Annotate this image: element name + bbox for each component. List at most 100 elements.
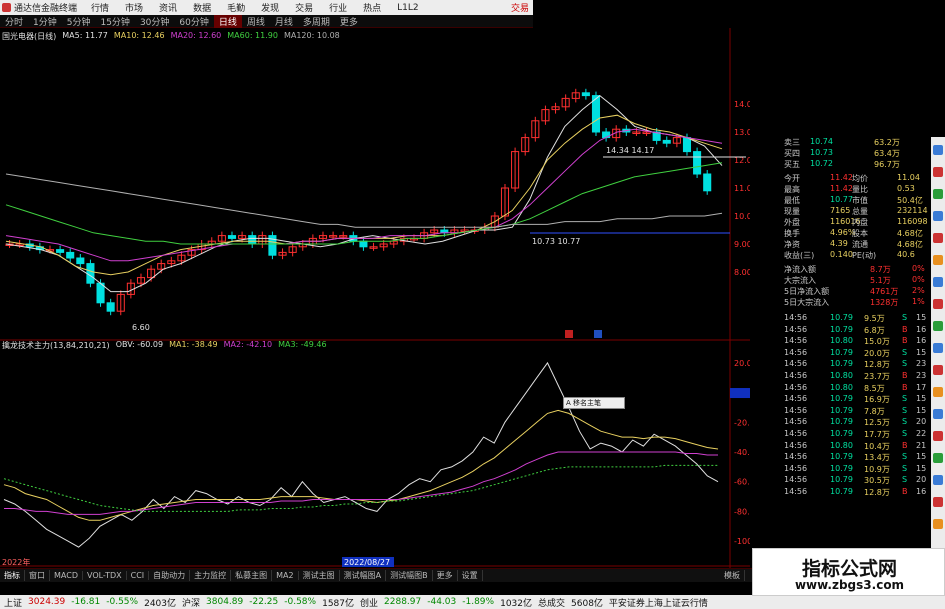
- tick-row[interactable]: 14:56 10.80 10.4万 B 21: [752, 441, 932, 452]
- index-status-bar: 上证 3024.39 -16.81 -0.55% 2403亿 沪深 3804.8…: [0, 595, 945, 609]
- toolbar-icon-7[interactable]: [933, 277, 943, 287]
- stat-row[interactable]: 收益(三) 0.140 PE(动) 40.6: [752, 250, 932, 261]
- toolbar-icon-14[interactable]: [933, 431, 943, 441]
- menu-item-redian[interactable]: 热点: [355, 1, 389, 14]
- tab-zizhu[interactable]: 自助动力: [149, 570, 191, 581]
- tick-row[interactable]: 14:56 10.80 8.5万 B 17: [752, 383, 932, 394]
- tick-row[interactable]: 14:56 10.79 12.8万 B 16: [752, 487, 932, 498]
- level-label: 买四: [784, 149, 800, 158]
- tick-row[interactable]: 14:56 10.79 13.4万 S 15: [752, 452, 932, 463]
- toolbar-icon-1[interactable]: [933, 145, 943, 155]
- tick-time: 14:56: [784, 475, 808, 485]
- menu-item-zixun[interactable]: 资讯: [151, 1, 185, 14]
- toolbar-icon-10[interactable]: [933, 343, 943, 353]
- tab-more[interactable]: 更多: [433, 570, 458, 581]
- tab-simu[interactable]: 私募主图: [231, 570, 273, 581]
- tick-row[interactable]: 14:56 10.79 10.9万 S 15: [752, 464, 932, 475]
- tick-row[interactable]: 14:56 10.79 20.0万 S 15: [752, 348, 932, 359]
- tick-row[interactable]: 14:56 10.80 23.7万 B 23: [752, 371, 932, 382]
- stat-row[interactable]: 今开 11.42 均价 11.04: [752, 173, 932, 184]
- kline-chart-area[interactable]: 14.0013.0012.0011.0010.009.008.0014.34 1…: [0, 28, 750, 568]
- tab-zhuli[interactable]: 主力监控: [190, 570, 232, 581]
- menu-item-shichang[interactable]: 市场: [117, 1, 151, 14]
- tick-row[interactable]: 14:56 10.80 15.0万 B 16: [752, 336, 932, 347]
- index-hs-amt: 1587亿: [322, 598, 354, 609]
- tick-row[interactable]: 14:56 10.79 9.5万 S 15: [752, 313, 932, 324]
- capital-flow-row[interactable]: 净流入额 8.7万 0%: [752, 264, 932, 275]
- toolbar-icon-11[interactable]: [933, 365, 943, 375]
- period-tab-monthly[interactable]: 月线: [270, 15, 298, 28]
- menu-item-hangqing[interactable]: 行情: [83, 1, 117, 14]
- tab-settings[interactable]: 设置: [458, 570, 483, 581]
- period-tab-daily[interactable]: 日线: [213, 14, 242, 28]
- stat-row[interactable]: 最低 10.77 市值 50.4亿: [752, 195, 932, 206]
- toolbar-icon-16[interactable]: [933, 475, 943, 485]
- toolbar-icon-17[interactable]: [933, 497, 943, 507]
- capital-flow-row[interactable]: 5日大宗流入 1328万 1%: [752, 297, 932, 308]
- period-tab-1min[interactable]: 1分钟: [28, 15, 62, 28]
- period-tab-multi[interactable]: 多周期: [298, 15, 335, 28]
- tick-row[interactable]: 14:56 10.79 7.8万 S 15: [752, 406, 932, 417]
- tick-row[interactable]: 14:56 10.79 16.9万 S 15: [752, 394, 932, 405]
- menu-item-faxian[interactable]: 发现: [253, 1, 287, 14]
- toolbar-icon-2[interactable]: [933, 167, 943, 177]
- toolbar-icon-5[interactable]: [933, 233, 943, 243]
- tab-test-main[interactable]: 测试主图: [299, 570, 340, 581]
- tab-macd[interactable]: MACD: [50, 571, 83, 580]
- period-tab-30min[interactable]: 30分钟: [135, 15, 174, 28]
- tab-template[interactable]: 模板: [720, 570, 745, 581]
- stat-row[interactable]: 换手 4.96% 股本 4.68亿: [752, 228, 932, 239]
- stat-value: 10.77: [830, 195, 853, 204]
- toolbar-icon-3[interactable]: [933, 189, 943, 199]
- menu-item-shuju[interactable]: 数据: [185, 1, 219, 14]
- stat-row[interactable]: 最高 11.42 量比 0.53: [752, 184, 932, 195]
- stat-row[interactable]: 现量 7165 总量 232114: [752, 206, 932, 217]
- period-tab-5min[interactable]: 5分钟: [62, 15, 96, 28]
- order-level-row[interactable]: 买四 10.73 63.4万: [752, 148, 932, 159]
- tick-row[interactable]: 14:56 10.79 30.5万 S 20: [752, 475, 932, 486]
- menu-item-hangye[interactable]: 行业: [321, 1, 355, 14]
- index-hs-label[interactable]: 沪深: [182, 596, 200, 609]
- period-tab-more[interactable]: 更多: [335, 15, 363, 28]
- capital-flow-row[interactable]: 5日净流入额 4761万 2%: [752, 286, 932, 297]
- tick-time: 14:56: [784, 336, 808, 346]
- tab-zhibiao[interactable]: 指标: [0, 570, 25, 581]
- toolbar-icon-15[interactable]: [933, 453, 943, 463]
- trade-button[interactable]: 交易: [511, 1, 533, 14]
- toolbar-icon-13[interactable]: [933, 409, 943, 419]
- current-value-marker: [730, 388, 750, 399]
- tick-row[interactable]: 14:56 10.79 17.7万 S 22: [752, 429, 932, 440]
- price-axis-label: 11.00: [734, 184, 750, 193]
- toolbar-icon-12[interactable]: [933, 387, 943, 397]
- toolbar-icon-8[interactable]: [933, 299, 943, 309]
- tab-ma2[interactable]: MA2: [272, 571, 299, 580]
- draw-tool-popup[interactable]: A 移名主笔: [563, 397, 625, 409]
- flow-pct: 0%: [912, 264, 925, 273]
- stat-row[interactable]: 净资 4.39 流通 4.68亿: [752, 239, 932, 250]
- tick-row[interactable]: 14:56 10.79 12.5万 S 20: [752, 417, 932, 428]
- order-level-row[interactable]: 买五 10.72 96.7万: [752, 159, 932, 170]
- menu-item-l1l2[interactable]: L1L2: [389, 3, 426, 13]
- tab-cci[interactable]: CCI: [127, 571, 150, 580]
- toolbar-icon-4[interactable]: [933, 211, 943, 221]
- toolbar-icon-6[interactable]: [933, 255, 943, 265]
- tick-row[interactable]: 14:56 10.79 12.8万 S 23: [752, 359, 932, 370]
- toolbar-icon-9[interactable]: [933, 321, 943, 331]
- tab-vol-tdx[interactable]: VOL-TDX: [83, 571, 127, 580]
- index-cy-label[interactable]: 创业: [360, 596, 378, 609]
- menu-item-maoqin[interactable]: 毛勤: [219, 1, 253, 14]
- period-tab-15min[interactable]: 15分钟: [95, 15, 134, 28]
- order-level-row[interactable]: 卖三 10.74 63.2万: [752, 137, 932, 148]
- stat-row[interactable]: 外盘 116016 内盘 116098: [752, 217, 932, 228]
- tab-test-b[interactable]: 测试幅图B: [386, 570, 433, 581]
- period-tab-weekly[interactable]: 周线: [242, 15, 270, 28]
- capital-flow-row[interactable]: 大宗流入 5.1万 0%: [752, 275, 932, 286]
- toolbar-icon-18[interactable]: [933, 519, 943, 529]
- tab-test-a[interactable]: 测试幅图A: [340, 570, 387, 581]
- tick-row[interactable]: 14:56 10.79 6.8万 B 16: [752, 325, 932, 336]
- menu-item-jiaoyi[interactable]: 交易: [287, 1, 321, 14]
- index-sh-label[interactable]: 上证: [4, 596, 22, 609]
- period-tab-60min[interactable]: 60分钟: [174, 15, 213, 28]
- period-tab-fenshi[interactable]: 分时: [0, 15, 28, 28]
- tab-chuangkou[interactable]: 窗口: [25, 570, 50, 581]
